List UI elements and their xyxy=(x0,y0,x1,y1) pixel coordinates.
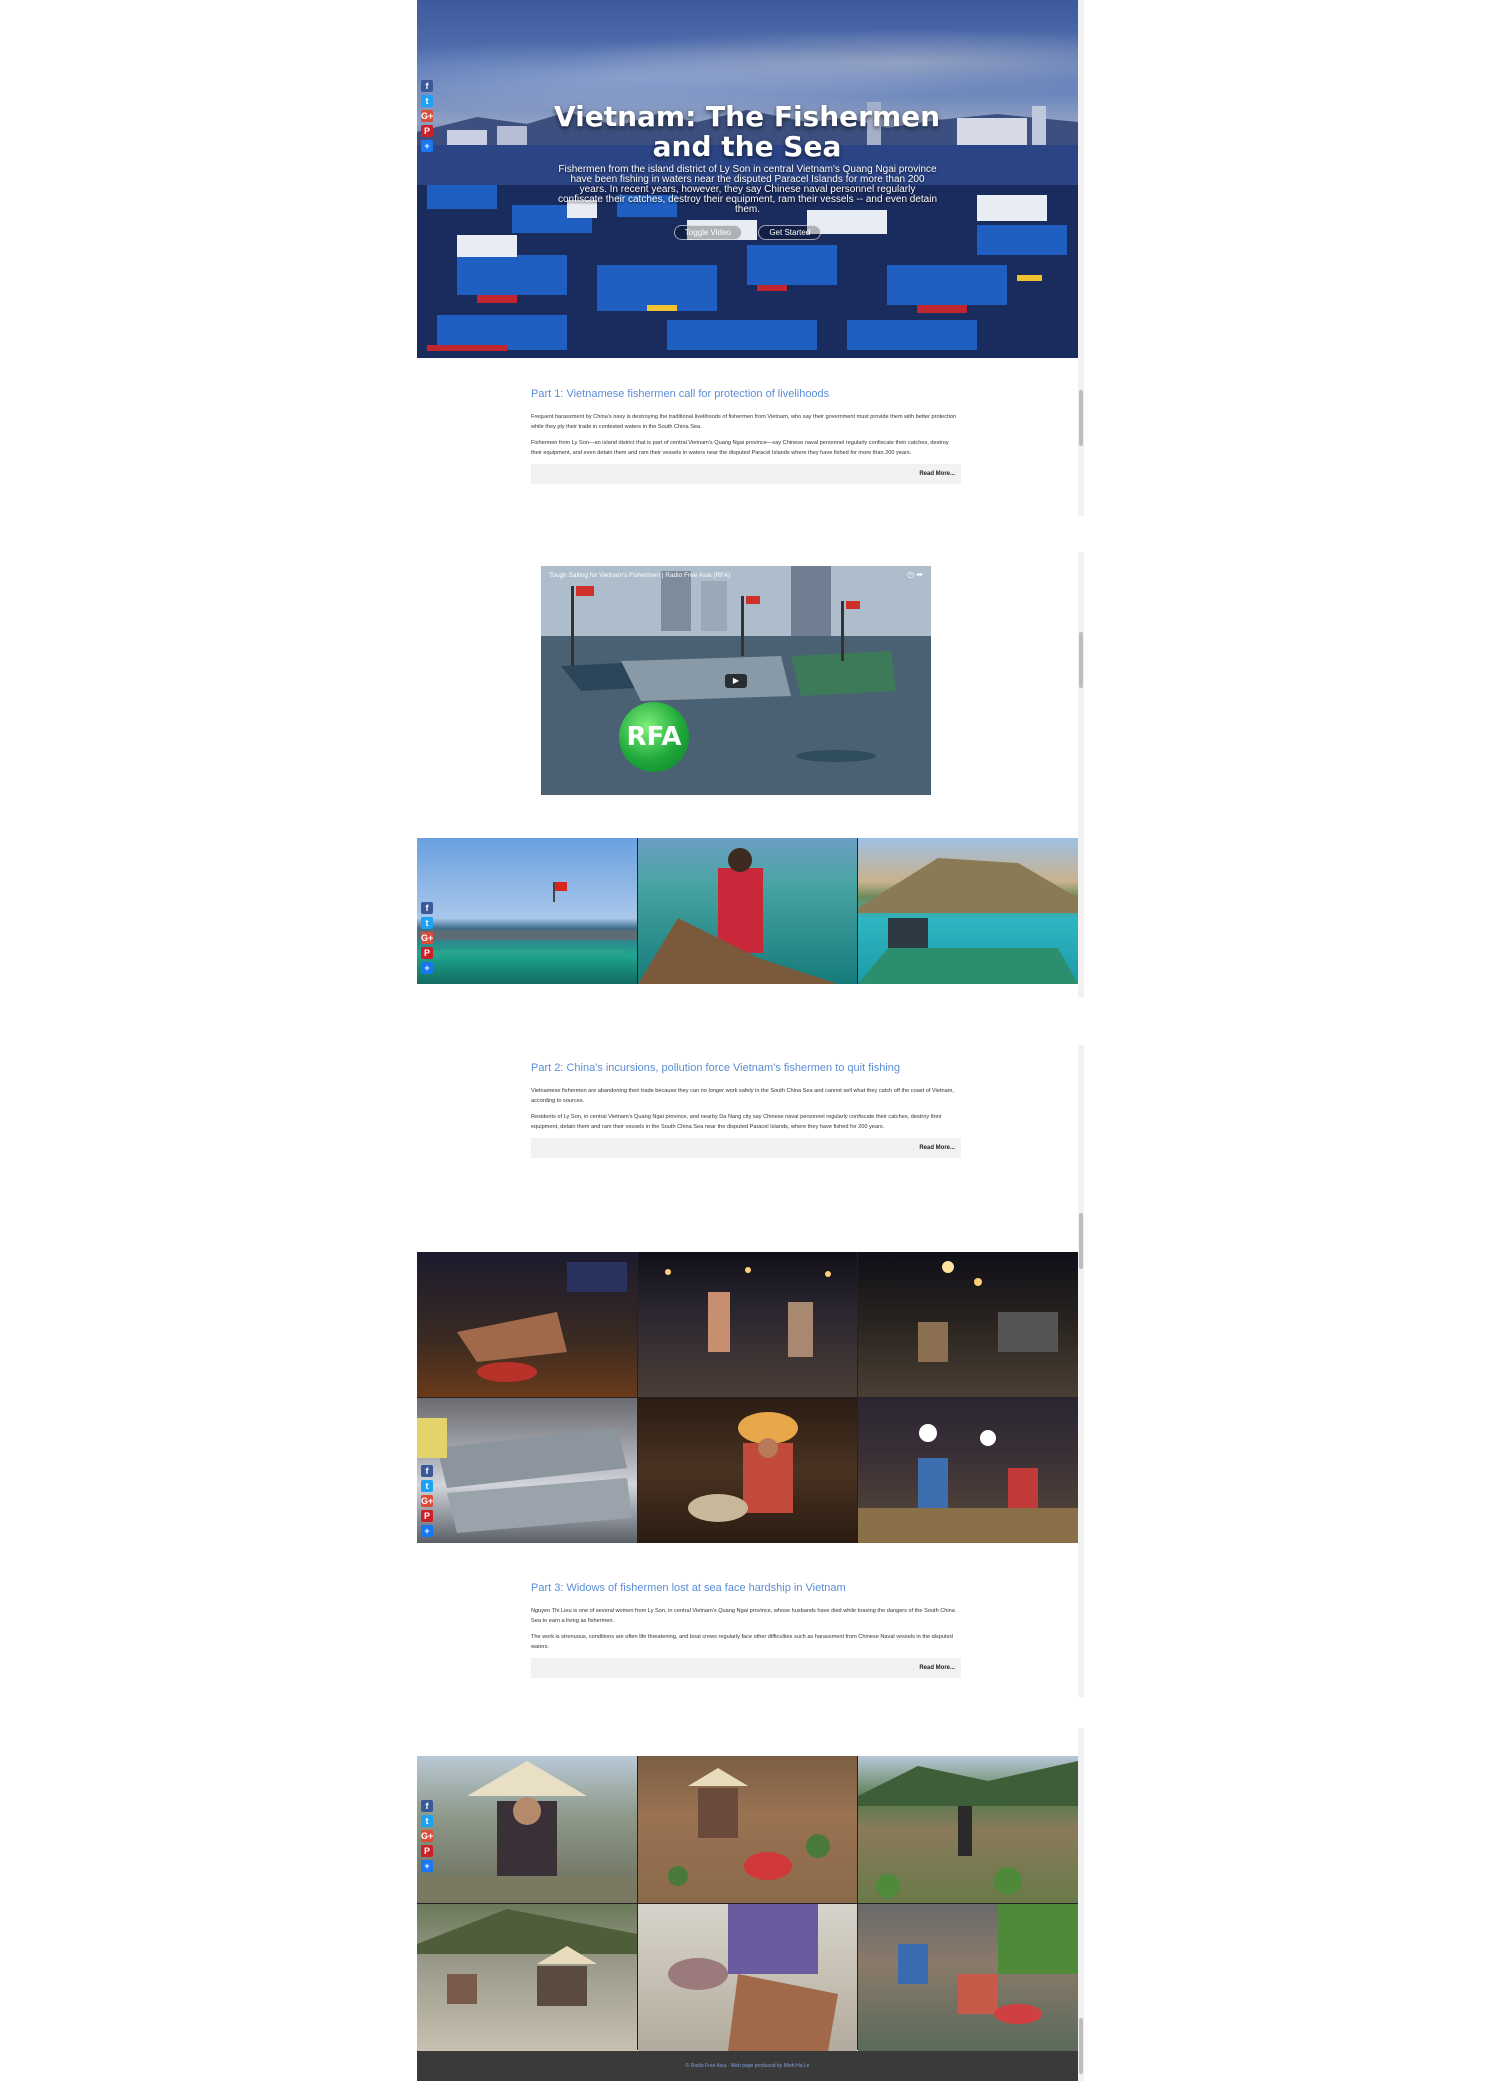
toggle-video-button[interactable]: Toggle Video xyxy=(673,225,742,240)
footer-text[interactable]: © Radio Free Asia · Web page produced by… xyxy=(686,2063,810,2069)
article-part-2: Part 2: China's incursions, pollution fo… xyxy=(531,1062,961,1158)
hero-title: Vietnam: The Fishermen and the Sea xyxy=(553,100,941,163)
watch-later-icon[interactable]: ◷ xyxy=(907,570,914,579)
pinterest-icon[interactable]: P xyxy=(421,1510,433,1522)
hero-subtitle: Fishermen from the island district of Ly… xyxy=(557,164,938,215)
add-share-icon[interactable]: + xyxy=(421,1860,433,1872)
gallery-photo[interactable] xyxy=(417,1904,637,2051)
share-icon[interactable]: ➦ xyxy=(916,570,923,579)
article-paragraph: Fishermen from Ly Son—an island district… xyxy=(531,440,949,456)
photo-scene xyxy=(667,1768,830,1886)
pinterest-icon[interactable]: P xyxy=(421,125,433,137)
photo-scene xyxy=(858,1761,1078,1898)
gallery-photo[interactable] xyxy=(858,1756,1078,1903)
video-controls: ◷ ➦ xyxy=(907,570,923,579)
facebook-icon[interactable]: f xyxy=(421,1800,433,1812)
photo-scene xyxy=(417,1418,632,1533)
scroll-thumb[interactable] xyxy=(1079,390,1083,446)
gallery-photo[interactable] xyxy=(637,1398,858,1543)
share-bar: f t G+ P + xyxy=(421,902,435,977)
gallery-photo[interactable] xyxy=(637,1904,858,2051)
photo-gallery-3 xyxy=(417,1756,1078,2051)
gallery-photo[interactable] xyxy=(858,1398,1078,1543)
scroll-strip-4[interactable] xyxy=(1078,1728,1084,2081)
video-player[interactable]: Tough Sailing for Vietnam's Fishermen | … xyxy=(541,566,931,795)
read-more-button[interactable]: Read More... xyxy=(531,464,961,484)
photo-scene xyxy=(858,858,1078,984)
article-paragraph: The work is strenuous, conditions are of… xyxy=(531,1634,953,1650)
read-more-label: Read More... xyxy=(919,1665,955,1671)
read-more-button[interactable]: Read More... xyxy=(531,1658,961,1678)
photo-scene xyxy=(664,1267,831,1357)
photo-scene xyxy=(417,1761,637,1903)
photo-scene xyxy=(687,1412,798,1522)
gallery-photo[interactable] xyxy=(637,1756,858,1903)
pinterest-icon[interactable]: P xyxy=(421,947,433,959)
twitter-icon[interactable]: t xyxy=(421,95,433,107)
photo-gallery-1 xyxy=(417,838,1078,984)
read-more-label: Read More... xyxy=(919,471,955,477)
gallery-photo[interactable] xyxy=(637,838,858,984)
pinterest-icon[interactable]: P xyxy=(421,1845,433,1857)
page: Vietnam: The Fishermen and the Sea Fishe… xyxy=(0,0,1500,2081)
twitter-icon[interactable]: t xyxy=(421,1815,433,1827)
photo-scene xyxy=(667,1904,838,2051)
twitter-icon[interactable]: t xyxy=(421,1480,433,1492)
share-bar: f t G+ P + xyxy=(421,80,435,155)
article-part-3: Part 3: Widows of fishermen lost at sea … xyxy=(531,1582,961,1678)
google-plus-icon[interactable]: G+ xyxy=(421,932,433,944)
facebook-icon[interactable]: f xyxy=(421,902,433,914)
article-title[interactable]: Part 1: Vietnamese fishermen call for pr… xyxy=(531,388,961,400)
twitter-icon[interactable]: t xyxy=(421,917,433,929)
gallery-photo[interactable] xyxy=(637,1252,858,1397)
photo-scene xyxy=(417,882,637,956)
article-title[interactable]: Part 2: China's incursions, pollution fo… xyxy=(531,1062,961,1074)
article-paragraph: Frequent harassment by China's navy is d… xyxy=(531,414,957,430)
article-paragraph: Vietnamese fishermen are abandoning thei… xyxy=(531,1088,954,1104)
scroll-strip-2[interactable] xyxy=(1078,552,1084,997)
photo-scene xyxy=(457,1262,627,1382)
article-paragraph: Residents of Ly Son, in central Vietnam'… xyxy=(531,1114,942,1130)
photo-scene xyxy=(898,1904,1078,2024)
gallery-photo[interactable] xyxy=(417,838,637,984)
scroll-strip-3[interactable] xyxy=(1078,1045,1084,1697)
photo-scene xyxy=(918,1261,1059,1362)
article-part-1: Part 1: Vietnamese fishermen call for pr… xyxy=(531,388,961,484)
google-plus-icon[interactable]: G+ xyxy=(421,110,433,122)
share-bar: f t G+ P + xyxy=(421,1800,435,1875)
photo-scene xyxy=(417,1909,637,2006)
photo-scene xyxy=(858,1424,1078,1543)
page-footer: © Radio Free Asia · Web page produced by… xyxy=(417,2051,1078,2081)
facebook-icon[interactable]: f xyxy=(421,1465,433,1477)
scroll-strip-1[interactable] xyxy=(1078,0,1084,516)
gallery-photo[interactable] xyxy=(417,1756,637,1903)
hero-section: Vietnam: The Fishermen and the Sea Fishe… xyxy=(417,0,1078,358)
photo-scene xyxy=(637,848,838,984)
photo-gallery-2 xyxy=(417,1252,1078,1543)
gallery-photo[interactable] xyxy=(417,1398,637,1543)
share-bar: f t G+ P + xyxy=(421,1465,435,1540)
add-share-icon[interactable]: + xyxy=(421,140,433,152)
get-started-button[interactable]: Get Started xyxy=(758,225,822,240)
article-title[interactable]: Part 3: Widows of fishermen lost at sea … xyxy=(531,1582,961,1594)
hero-buttons: Toggle Video Get Started xyxy=(417,222,1078,240)
google-plus-icon[interactable]: G+ xyxy=(421,1495,433,1507)
gallery-photo[interactable] xyxy=(858,1904,1078,2051)
rfa-logo: RFA xyxy=(619,702,689,772)
read-more-label: Read More... xyxy=(919,1145,955,1151)
read-more-button[interactable]: Read More... xyxy=(531,1138,961,1158)
gallery-photo[interactable] xyxy=(858,838,1078,984)
scroll-thumb[interactable] xyxy=(1079,632,1083,688)
gallery-photo[interactable] xyxy=(417,1252,637,1397)
play-icon[interactable]: ▶ xyxy=(725,674,747,688)
scroll-thumb[interactable] xyxy=(1079,2018,1083,2074)
article-paragraph: Nguyen Thi Lieu is one of several women … xyxy=(531,1608,955,1624)
google-plus-icon[interactable]: G+ xyxy=(421,1830,433,1842)
gallery-photo[interactable] xyxy=(858,1252,1078,1397)
add-share-icon[interactable]: + xyxy=(421,962,433,974)
facebook-icon[interactable]: f xyxy=(421,80,433,92)
scroll-thumb[interactable] xyxy=(1079,1213,1083,1269)
add-share-icon[interactable]: + xyxy=(421,1525,433,1537)
video-title[interactable]: Tough Sailing for Vietnam's Fishermen | … xyxy=(549,572,730,579)
